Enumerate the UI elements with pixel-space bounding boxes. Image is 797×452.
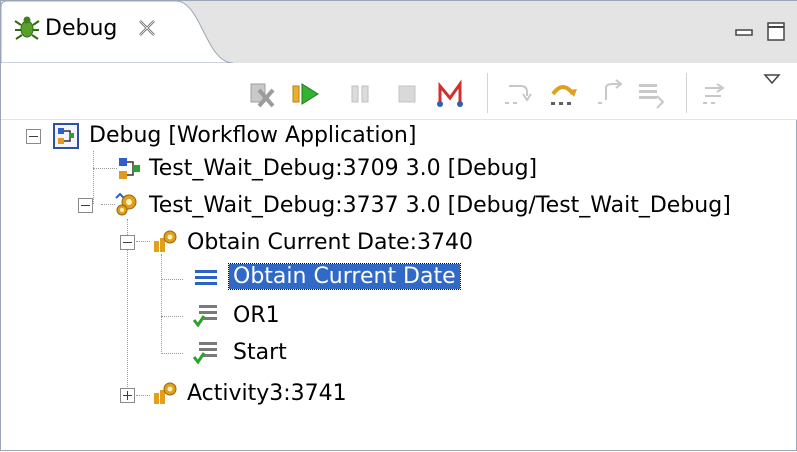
tree-item-root[interactable]: Debug [Workflow Application] bbox=[1, 119, 797, 153]
collapse-toggle[interactable] bbox=[120, 235, 135, 250]
tree-item-process[interactable]: Test_Wait_Debug:3709 3.0 [Debug] bbox=[1, 152, 797, 186]
toolbar-separator bbox=[686, 73, 687, 113]
tree-item-label: Test_Wait_Debug:3709 3.0 [Debug] bbox=[149, 156, 538, 181]
remove-all-terminated-icon[interactable] bbox=[245, 78, 277, 110]
stack-frame-icon bbox=[195, 270, 217, 285]
collapse-toggle[interactable] bbox=[78, 198, 93, 213]
tree-item-label: Start bbox=[233, 340, 287, 365]
debug-tree: Debug [Workflow Application] Test_Wait_D… bbox=[1, 119, 797, 452]
process-icon bbox=[119, 158, 140, 179]
tab-debug[interactable]: Debug bbox=[1, 1, 233, 63]
step-filters-icon[interactable] bbox=[699, 78, 731, 110]
debug-view: Debug Debug [Workflow Application] Test_… bbox=[0, 0, 797, 451]
tree-item-thread[interactable]: Activity3:3741 bbox=[1, 377, 797, 411]
tree-item-label: Test_Wait_Debug:3737 3.0 [Debug/Test_Wai… bbox=[149, 193, 731, 218]
step-return-icon[interactable] bbox=[594, 78, 626, 110]
maximize-icon[interactable] bbox=[766, 21, 786, 41]
tree-item-label: Activity3:3741 bbox=[187, 381, 347, 406]
tree-item-thread[interactable]: Obtain Current Date:3740 bbox=[1, 226, 797, 260]
terminate-icon[interactable] bbox=[391, 78, 423, 110]
toolbar-separator bbox=[487, 73, 488, 113]
collapse-toggle[interactable] bbox=[26, 129, 41, 144]
view-tab-bar: Debug bbox=[1, 1, 797, 63]
bug-icon bbox=[14, 16, 40, 40]
drop-to-frame-icon[interactable] bbox=[635, 78, 667, 110]
resume-icon[interactable] bbox=[290, 78, 322, 110]
tab-title: Debug bbox=[45, 16, 118, 41]
disconnect-icon[interactable] bbox=[434, 78, 466, 110]
completed-frame-icon bbox=[193, 342, 217, 365]
tree-item-label: Obtain Current Date bbox=[228, 263, 461, 290]
tree-item-process[interactable]: Test_Wait_Debug:3737 3.0 [Debug/Test_Wai… bbox=[1, 189, 797, 223]
expand-toggle[interactable] bbox=[120, 388, 135, 403]
close-icon[interactable] bbox=[136, 17, 158, 39]
debug-target-icon bbox=[115, 192, 137, 216]
minimize-icon[interactable] bbox=[734, 23, 754, 43]
activity-thread-icon bbox=[154, 230, 177, 252]
completed-frame-icon bbox=[193, 305, 217, 328]
step-over-icon[interactable] bbox=[547, 78, 579, 110]
tree-item-label: OR1 bbox=[233, 303, 280, 328]
tree-item-label: Debug [Workflow Application] bbox=[89, 123, 417, 148]
tree-item-frame[interactable]: Obtain Current Date bbox=[1, 262, 797, 296]
tree-item-label: Obtain Current Date:3740 bbox=[187, 230, 474, 255]
tree-item-frame[interactable]: Start bbox=[1, 336, 797, 370]
view-menu-icon[interactable] bbox=[761, 69, 783, 91]
tree-item-frame[interactable]: OR1 bbox=[1, 299, 797, 333]
activity-thread-icon bbox=[154, 382, 177, 404]
step-into-icon[interactable] bbox=[501, 78, 533, 110]
suspend-icon[interactable] bbox=[344, 78, 376, 110]
workflow-launch-icon bbox=[53, 123, 79, 149]
